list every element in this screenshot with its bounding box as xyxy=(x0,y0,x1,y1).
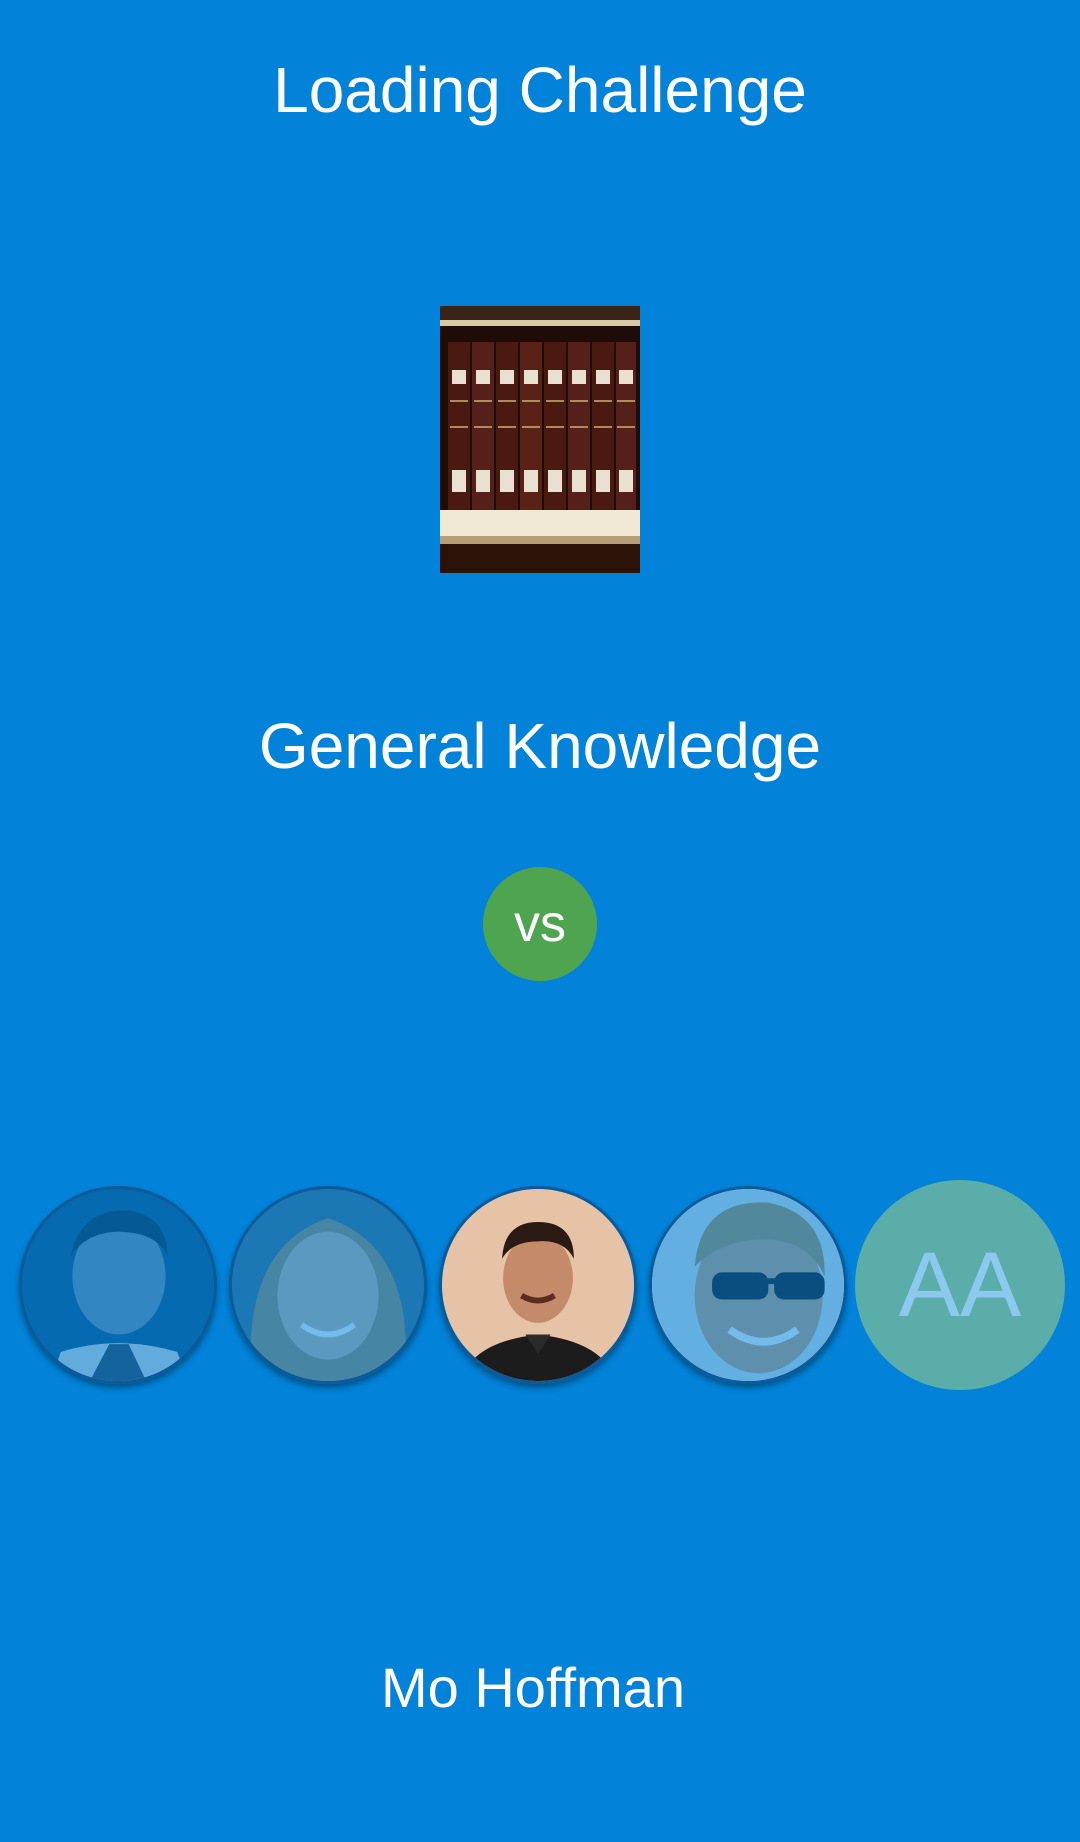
category-image xyxy=(440,306,640,573)
avatar-photo-icon xyxy=(22,1189,214,1381)
avatar-photo-icon xyxy=(442,1189,634,1381)
opponent-avatar-4[interactable] xyxy=(649,1186,847,1384)
page-title: Loading Challenge xyxy=(273,54,807,126)
opponent-avatar-2[interactable] xyxy=(229,1186,427,1384)
vs-badge: vs xyxy=(483,867,597,981)
opponent-avatar-1[interactable] xyxy=(19,1186,217,1384)
avatar-photo-icon xyxy=(652,1189,844,1381)
encyclopedia-books-image xyxy=(440,306,640,573)
opponent-avatar-5-initials[interactable]: AA xyxy=(855,1180,1065,1390)
category-name: General Knowledge xyxy=(258,710,822,782)
loading-challenge-screen: Loading Challenge General Knowledge vs A… xyxy=(0,0,1080,1842)
player-name: Mo Hoffman xyxy=(381,1656,685,1719)
avatar-photo-icon xyxy=(232,1189,424,1381)
opponent-avatar-3[interactable] xyxy=(439,1186,637,1384)
